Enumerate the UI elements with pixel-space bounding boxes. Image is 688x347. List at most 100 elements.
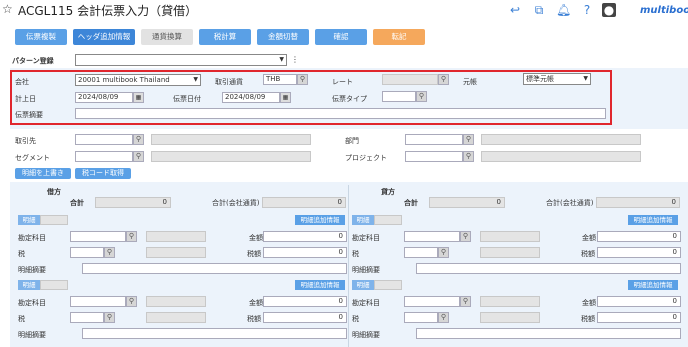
memo-label: 明細摘要 — [352, 331, 380, 339]
search-icon[interactable]: ⚲ — [460, 231, 471, 242]
voucher-type-input[interactable] — [382, 91, 416, 102]
amount-toggle-button[interactable]: 金額切替 — [257, 29, 309, 45]
tax-input[interactable] — [404, 247, 438, 258]
header-extra-info-button[interactable]: ヘッダ追加情報 — [73, 29, 135, 45]
search-icon[interactable]: ⚲ — [438, 74, 449, 85]
search-icon[interactable]: ⚲ — [438, 312, 449, 323]
memo-input[interactable] — [82, 263, 347, 274]
amount-input[interactable]: 0 — [263, 296, 347, 307]
account-input[interactable] — [404, 296, 460, 307]
tax-label: 税 — [18, 250, 25, 258]
help-icon[interactable]: ? — [580, 3, 594, 17]
search-icon[interactable]: ⚲ — [438, 247, 449, 258]
memo-input[interactable] — [416, 328, 681, 339]
amount-label: 金額 — [582, 299, 596, 307]
bell-icon[interactable]: 🔔︎ — [556, 3, 571, 17]
amount-input[interactable]: 0 — [597, 231, 681, 242]
currency-convert-button[interactable]: 通貨換算 — [141, 29, 193, 45]
account-label: 勘定科目 — [352, 234, 380, 242]
search-icon[interactable]: ⚲ — [460, 296, 471, 307]
search-icon[interactable]: ⚲ — [463, 134, 474, 145]
tax-amount-input[interactable]: 0 — [263, 312, 347, 323]
posting-date-input[interactable]: 2024/08/09 — [75, 92, 133, 103]
amount-input[interactable]: 0 — [597, 296, 681, 307]
tax-name — [480, 247, 540, 258]
voucher-date-input[interactable]: 2024/08/09 — [222, 92, 280, 103]
credit-line-tag: 明細 — [352, 280, 374, 290]
debit-line-extra-button[interactable]: 明細追加情報 — [295, 215, 345, 225]
post-button[interactable]: 転記 — [373, 29, 425, 45]
amount-label: 金額 — [249, 299, 263, 307]
dept-input[interactable] — [405, 134, 463, 145]
credit-company-total-label: 合計(会社通貨) — [546, 199, 594, 207]
currency-input[interactable]: THB — [263, 74, 297, 85]
account-input[interactable] — [70, 296, 126, 307]
company-value: 20001 multibook Thailand — [78, 76, 170, 84]
tax-input[interactable] — [70, 247, 104, 258]
debit-total-value: 0 — [95, 197, 171, 208]
memo-label: 明細摘要 — [18, 266, 46, 274]
dept-name — [481, 134, 641, 145]
account-name — [146, 231, 206, 242]
memo-input[interactable] — [82, 328, 347, 339]
memo-input[interactable] — [416, 263, 681, 274]
dept-label: 部門 — [345, 137, 359, 145]
project-input[interactable] — [405, 151, 463, 162]
back-icon[interactable]: ↩ — [508, 3, 522, 17]
summary-input[interactable] — [75, 108, 606, 119]
credit-title: 貸方 — [381, 188, 395, 196]
account-input[interactable] — [70, 231, 126, 242]
search-icon[interactable]: ⚲ — [133, 151, 144, 162]
tax-amount-input[interactable]: 0 — [597, 247, 681, 258]
tax-amount-label: 税額 — [247, 315, 261, 323]
company-label: 会社 — [15, 78, 29, 86]
project-name — [481, 151, 641, 162]
tax-input[interactable] — [404, 312, 438, 323]
amount-input[interactable]: 0 — [263, 231, 347, 242]
more-icon[interactable]: ⋮ — [291, 55, 299, 64]
pattern-select[interactable]: ▼ — [75, 54, 287, 66]
debit-company-total-value: 0 — [262, 197, 346, 208]
search-icon[interactable]: ⚲ — [104, 247, 115, 258]
chevron-down-icon: ▼ — [193, 76, 198, 83]
debit-line-extra-button[interactable]: 明細追加情報 — [295, 280, 345, 290]
export-icon[interactable]: ⧉ — [532, 3, 546, 17]
ledger-value: 標準元帳 — [526, 75, 554, 83]
debit-total-label: 合計 — [70, 199, 84, 207]
credit-line-extra-button[interactable]: 明細追加情報 — [628, 215, 678, 225]
duplicate-voucher-button[interactable]: 伝票複製 — [15, 29, 67, 45]
company-select[interactable]: 20001 multibook Thailand ▼ — [75, 74, 201, 86]
tax-amount-label: 税額 — [581, 315, 595, 323]
overwrite-lines-button[interactable]: 明細を上書き — [15, 168, 71, 179]
star-icon[interactable]: ☆ — [2, 2, 13, 16]
tax-label: 税 — [352, 315, 359, 323]
account-input[interactable] — [404, 231, 460, 242]
tax-calc-button[interactable]: 税計算 — [199, 29, 251, 45]
calendar-icon[interactable]: ▦ — [133, 92, 144, 103]
debit-title: 借方 — [47, 188, 61, 196]
tax-name — [146, 312, 206, 323]
partner-input[interactable] — [75, 134, 133, 145]
voucher-date-label: 伝票日付 — [173, 95, 201, 103]
get-tax-code-button[interactable]: 税コード取得 — [75, 168, 131, 179]
search-icon[interactable]: ⚲ — [126, 231, 137, 242]
search-icon[interactable]: ⚲ — [104, 312, 115, 323]
search-icon[interactable]: ⚲ — [416, 91, 427, 102]
chevron-down-icon: ▼ — [279, 56, 284, 63]
credit-line-extra-button[interactable]: 明細追加情報 — [628, 280, 678, 290]
ledger-select[interactable]: 標準元帳 ▼ — [523, 73, 591, 85]
tax-input[interactable] — [70, 312, 104, 323]
tax-amount-input[interactable]: 0 — [263, 247, 347, 258]
segment-input[interactable] — [75, 151, 133, 162]
tax-label: 税 — [352, 250, 359, 258]
search-icon[interactable]: ⚲ — [126, 296, 137, 307]
calendar-icon[interactable]: ▦ — [280, 92, 291, 103]
rate-label: レート — [332, 78, 353, 86]
tax-amount-input[interactable]: 0 — [597, 312, 681, 323]
tax-amount-label: 税額 — [581, 250, 595, 258]
user-avatar[interactable]: ● — [602, 3, 616, 17]
search-icon[interactable]: ⚲ — [133, 134, 144, 145]
search-icon[interactable]: ⚲ — [463, 151, 474, 162]
confirm-button[interactable]: 確認 — [315, 29, 367, 45]
search-icon[interactable]: ⚲ — [297, 74, 308, 85]
